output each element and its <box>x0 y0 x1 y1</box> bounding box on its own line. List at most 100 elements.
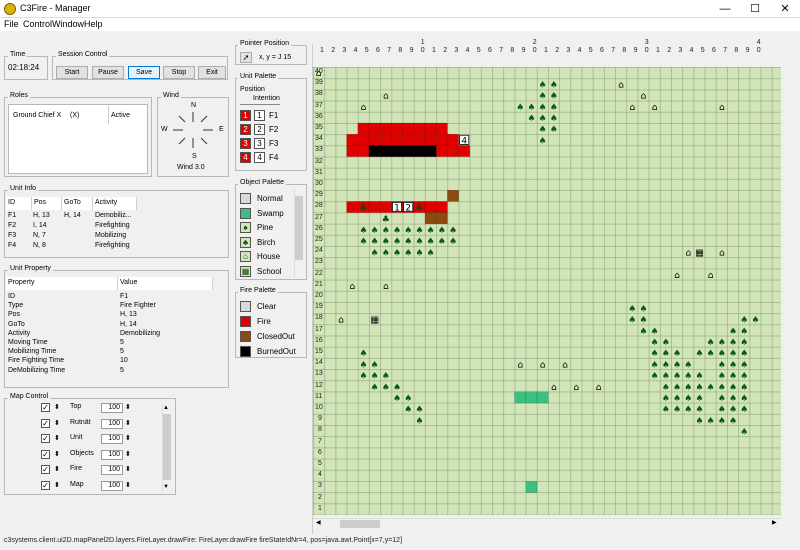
layer-visible-checkbox[interactable]: ✓ <box>41 418 50 428</box>
layer-opacity-spinner-icon[interactable]: ⬍ <box>125 481 131 489</box>
pine-tree-icon: ♠ <box>639 327 647 337</box>
house-icon: ⌂ <box>349 282 355 292</box>
layer-opacity-spinner-icon[interactable]: ⬍ <box>125 465 131 473</box>
pine-tree-icon: ♠ <box>740 428 748 438</box>
map-x-tick: 8 <box>398 47 403 54</box>
menu-control[interactable]: Control <box>23 19 52 29</box>
scroll-up-icon[interactable]: ▲ <box>163 405 169 411</box>
unit-info-header-pos[interactable]: Pos <box>32 197 62 210</box>
layer-order-spinner-icon[interactable]: ⬍ <box>54 465 60 473</box>
unit-position-icon[interactable]: 4 <box>240 152 251 163</box>
object-swatch-icon[interactable]: ▦ <box>240 265 251 277</box>
map-y-tick: 16 <box>315 336 323 344</box>
layer-opacity-input[interactable]: 100 <box>101 449 123 460</box>
pine-tree-icon: ♠ <box>359 226 367 236</box>
pine-tree-icon: ♠ <box>651 327 659 337</box>
object-swatch-icon[interactable]: ♣ <box>240 236 251 248</box>
unit-position-icon[interactable]: 1 <box>240 110 251 121</box>
unit-intention-icon[interactable]: 3 <box>254 138 265 149</box>
layer-opacity-spinner-icon[interactable]: ⬍ <box>125 419 131 427</box>
unit-property-value: Demobilizing <box>120 329 161 337</box>
fire-swatch-icon[interactable] <box>240 346 251 357</box>
title-bar: C3Fire - Manager — ☐ ✕ <box>0 0 800 18</box>
layer-opacity-input[interactable]: 100 <box>101 480 123 491</box>
layer-opacity-spinner-icon[interactable]: ⬍ <box>125 450 131 458</box>
pine-tree-icon: ♠ <box>393 237 401 247</box>
map-scroll-right-icon[interactable]: ▶ <box>772 519 777 526</box>
layer-order-spinner-icon[interactable]: ⬍ <box>54 481 60 489</box>
unit-intention-icon[interactable]: 4 <box>254 152 265 163</box>
scroll-down-icon[interactable]: ▼ <box>163 484 169 490</box>
layer-visible-checkbox[interactable]: ✓ <box>41 449 50 459</box>
map-y-tick: 36 <box>315 112 323 120</box>
object-swatch-icon[interactable]: ♠ <box>240 222 251 233</box>
layer-opacity-input[interactable]: 100 <box>101 403 123 413</box>
layer-opacity-spinner-icon[interactable]: ⬍ <box>125 403 131 411</box>
layer-name: Map <box>70 480 84 488</box>
layer-opacity-input[interactable]: 100 <box>101 434 123 444</box>
menu-help[interactable]: Help <box>84 19 103 29</box>
unit-property-header-property[interactable]: Property <box>6 277 118 290</box>
map-canvas[interactable]: ♠ ♠ ♠ ♠ ♠ ♠ ♠ ♠ ♠ ♠ ♠ ♠ ♠ ♠ ♠ ♠ ♠ ♠ ♠ ♠ ♠ ♠ ♠ ♠ ♠ ♠ ♠ ♠ ♠ ♠ ♠ ♠ ♠ ♠ ♠ ♠ ♠ ♠ ♠ ♠… <box>313 67 781 515</box>
object-palette-scroll-thumb[interactable] <box>295 196 303 260</box>
map-horizontal-scroll-thumb[interactable] <box>340 520 380 528</box>
close-button[interactable]: ✕ <box>770 0 800 18</box>
pine-tree-icon: ♠ <box>729 383 737 393</box>
map-vertical-scrollbar[interactable] <box>783 67 797 515</box>
unit-intention-icon[interactable]: 1 <box>254 110 265 121</box>
layer-visible-checkbox[interactable]: ✓ <box>41 480 50 490</box>
layer-visible-checkbox[interactable]: ✓ <box>41 403 50 412</box>
start-button[interactable]: Start <box>56 66 88 79</box>
pine-tree-icon: ♠ <box>751 316 759 326</box>
wind-compass-icon <box>173 112 213 148</box>
pine-tree-icon: ♠ <box>539 114 547 124</box>
fire-swatch-icon[interactable] <box>240 301 251 312</box>
unit-info-header-activity[interactable]: Activity <box>93 197 137 210</box>
pine-tree-icon: ♠ <box>718 360 726 370</box>
layer-order-spinner-icon[interactable]: ⬍ <box>54 419 60 427</box>
save-button[interactable]: Save <box>128 66 160 79</box>
unit-property-header-value[interactable]: Value <box>118 277 213 290</box>
unit-intention-icon[interactable]: 2 <box>254 124 265 135</box>
unit-info-header-id[interactable]: ID <box>6 197 32 210</box>
maximize-button[interactable]: ☐ <box>740 0 770 18</box>
object-swatch-icon[interactable] <box>240 207 251 219</box>
map-x-tick: 0 <box>644 47 649 54</box>
layer-order-spinner-icon[interactable]: ⬍ <box>54 434 60 442</box>
map-y-tick: 31 <box>315 168 323 176</box>
pointer-arrow-icon[interactable]: ➚ <box>240 52 252 63</box>
map-control-scroll-thumb[interactable] <box>163 414 171 480</box>
fire-swatch-icon[interactable] <box>240 331 251 342</box>
fire-cell <box>458 145 471 157</box>
menu-window[interactable]: Window <box>52 19 84 29</box>
pine-tree-icon: ♠ <box>415 237 423 247</box>
layer-visible-checkbox[interactable]: ✓ <box>41 465 50 474</box>
layer-order-spinner-icon[interactable]: ⬍ <box>54 403 60 411</box>
map-y-tick: 38 <box>315 90 323 98</box>
unit-position-icon[interactable]: 2 <box>240 124 251 135</box>
unit-info-header-goto[interactable]: GoTo <box>62 197 93 210</box>
school-icon: ▦ <box>370 316 379 326</box>
layer-order-spinner-icon[interactable]: ⬍ <box>54 450 60 458</box>
minimize-button[interactable]: — <box>710 0 740 18</box>
object-swatch-icon[interactable] <box>240 193 251 204</box>
house-icon: ⌂ <box>551 383 557 393</box>
map-horizontal-scrollbar[interactable] <box>313 518 781 530</box>
pause-button[interactable]: Pause <box>92 66 124 79</box>
layer-opacity-spinner-icon[interactable]: ⬍ <box>125 434 131 442</box>
object-swatch-icon[interactable]: ⌂ <box>240 251 251 262</box>
layer-opacity-input[interactable]: 100 <box>101 465 123 475</box>
exit-button[interactable]: Exit <box>198 66 226 79</box>
burnedout-cell <box>379 145 392 157</box>
pine-tree-icon: ♠ <box>628 316 636 326</box>
unit-position-icon[interactable]: 3 <box>240 138 251 149</box>
fire-cell <box>346 201 359 213</box>
pine-tree-icon: ♠ <box>371 372 379 382</box>
stop-button[interactable]: Stop <box>163 66 195 79</box>
map-scroll-left-icon[interactable]: ◀ <box>316 519 321 526</box>
fire-swatch-icon[interactable] <box>240 316 251 327</box>
menu-file[interactable]: File <box>4 19 19 29</box>
layer-visible-checkbox[interactable]: ✓ <box>41 434 50 443</box>
unit-info-cell: F4 <box>8 242 17 249</box>
layer-opacity-input[interactable]: 100 <box>101 418 123 429</box>
